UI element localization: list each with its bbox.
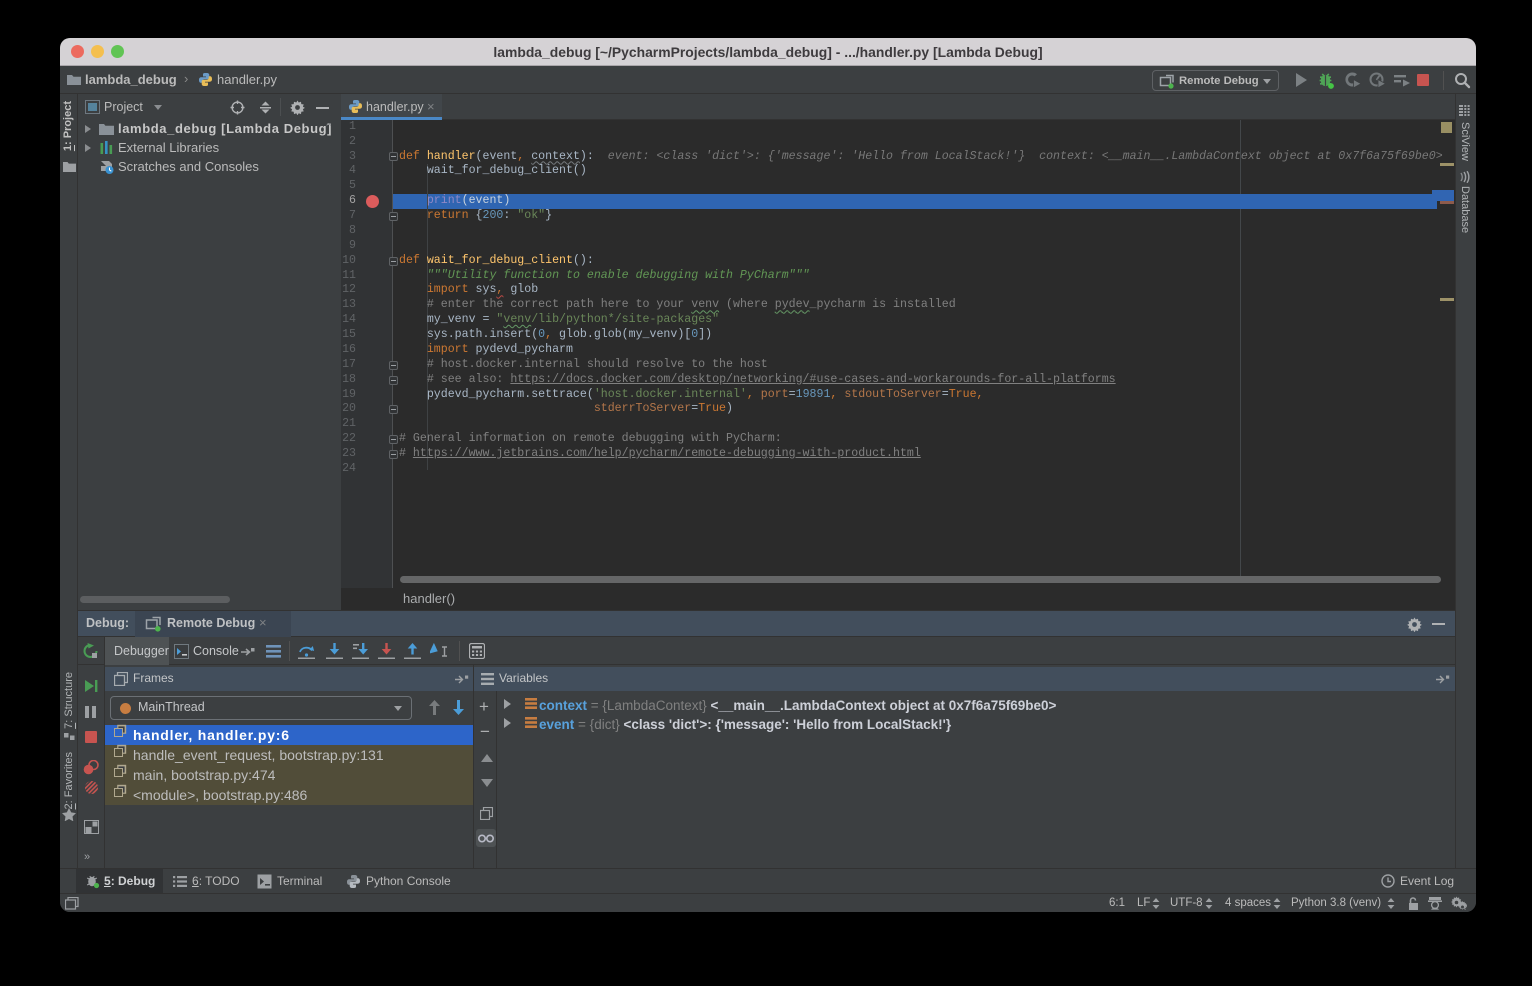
svg-text:?: ? xyxy=(1463,903,1467,911)
